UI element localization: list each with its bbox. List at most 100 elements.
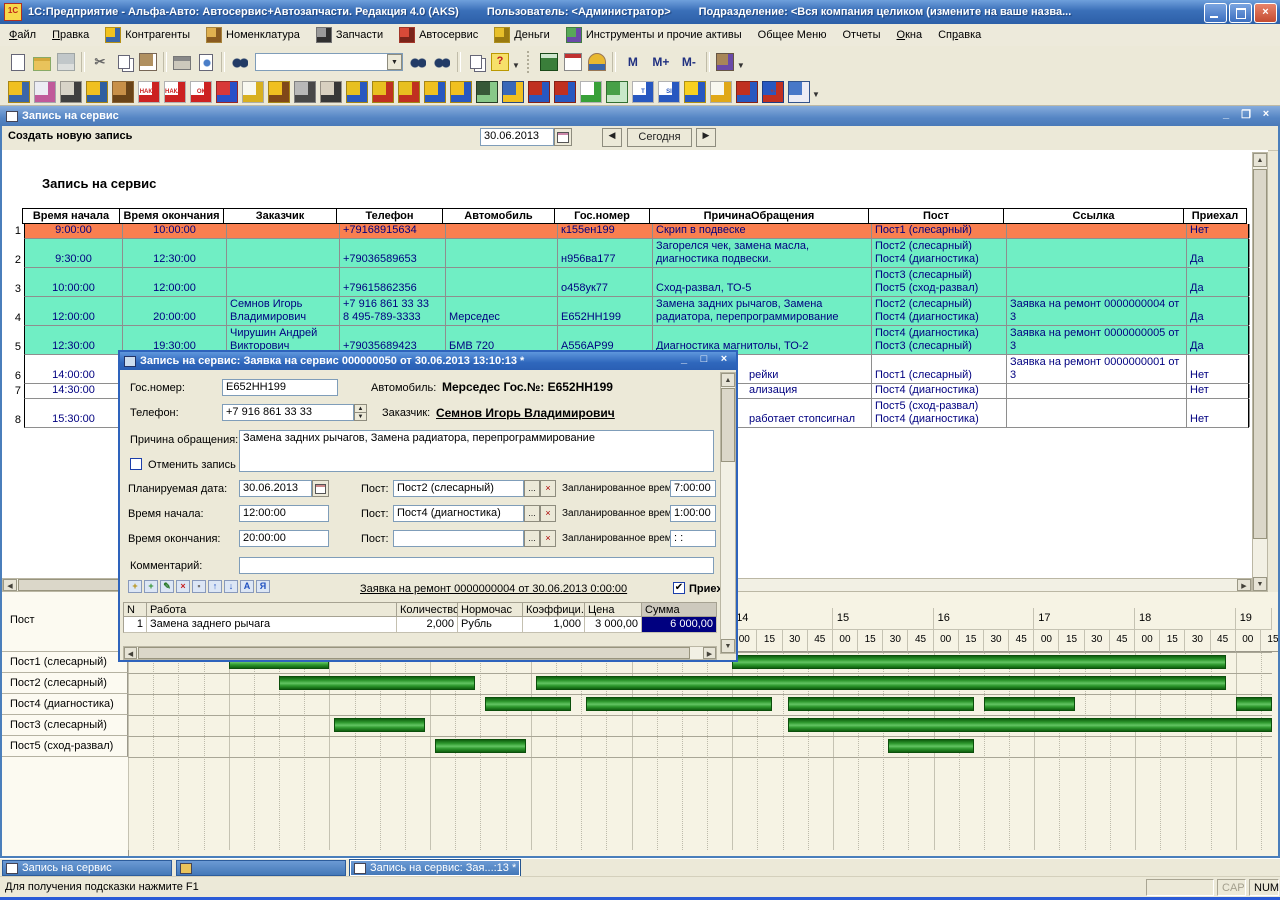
- dialog-minimize-button[interactable]: _: [676, 353, 692, 365]
- catalog-cabinet-icon[interactable]: [112, 81, 134, 103]
- copy-icon[interactable]: [113, 51, 135, 73]
- planned-time-input[interactable]: : :: [670, 530, 716, 547]
- schedule-date-input[interactable]: 30.06.2013: [480, 128, 554, 146]
- post-select-button[interactable]: ...: [524, 505, 540, 522]
- combo-dropdown-icon[interactable]: ▼: [387, 54, 402, 70]
- time-input[interactable]: 12:00:00: [239, 505, 329, 522]
- post-combo[interactable]: [393, 530, 524, 547]
- menu-item-общее-меню[interactable]: Общее Меню: [755, 27, 830, 43]
- gantt-bar[interactable]: [888, 739, 974, 753]
- cut-icon[interactable]: ✂: [89, 51, 111, 73]
- table-row[interactable]: 9:30:0012:30:00+79036589653н956ва177Заго…: [24, 239, 1249, 268]
- phone-input[interactable]: +7 916 861 33 33: [222, 404, 354, 421]
- works-column-header[interactable]: Цена: [585, 602, 642, 617]
- comment-input[interactable]: [239, 557, 714, 574]
- menu-item-инструменты-и-прочие-активы[interactable]: Инструменты и прочие активы: [563, 25, 745, 45]
- scroll-left-icon[interactable]: ◀: [3, 579, 17, 591]
- column-header-4[interactable]: Автомобиль: [443, 208, 555, 224]
- service-check-icon[interactable]: [528, 81, 550, 103]
- gantt-bar[interactable]: [536, 676, 1226, 690]
- restore-button[interactable]: [1229, 3, 1252, 23]
- search-combobox[interactable]: ▼: [255, 53, 403, 71]
- plus-minus-icon[interactable]: +-: [762, 81, 784, 103]
- dialog-close-button[interactable]: ×: [716, 353, 732, 365]
- sort-desc-icon[interactable]: Я: [256, 580, 270, 593]
- menu-item-окна[interactable]: Окна: [894, 27, 926, 43]
- print-icon[interactable]: [171, 51, 193, 73]
- gantt-bar[interactable]: [586, 697, 772, 711]
- table-row[interactable]: 9:00:0010:00:00+79168915634к155ен199Скри…: [24, 224, 1249, 239]
- employees-icon[interactable]: [86, 81, 108, 103]
- child-restore-button[interactable]: ❐: [1238, 108, 1254, 121]
- child-close-button[interactable]: ×: [1258, 108, 1274, 121]
- menu-item-справка[interactable]: Справка: [935, 27, 984, 43]
- service-money-icon[interactable]: [736, 81, 758, 103]
- menu-item-контрагенты[interactable]: Контрагенты: [102, 25, 193, 45]
- doc-edit-icon[interactable]: [242, 81, 264, 103]
- post-clear-button[interactable]: ×: [540, 505, 556, 522]
- find-icon[interactable]: [229, 51, 251, 73]
- key-icon[interactable]: [60, 81, 82, 103]
- menu-item-отчеты[interactable]: Отчеты: [839, 27, 883, 43]
- window-tab-0[interactable]: Запись на сервис: [2, 860, 172, 876]
- partners-icon[interactable]: [502, 81, 524, 103]
- works-cell[interactable]: 6 000,00: [642, 617, 717, 633]
- create-record-button[interactable]: Создать новую запись: [8, 130, 132, 142]
- customer-link[interactable]: Семнов Игорь Владимирович: [436, 406, 615, 420]
- post-combo[interactable]: Пост2 (слесарный): [393, 480, 524, 497]
- repair-order-link[interactable]: Заявка на ремонт 0000000004 от 30.06.201…: [360, 583, 627, 595]
- calendar-picker-button[interactable]: [554, 128, 572, 146]
- insert-icon[interactable]: +: [144, 580, 158, 593]
- si-icon[interactable]: SI: [658, 81, 680, 103]
- text-tool-icon[interactable]: Т: [632, 81, 654, 103]
- window-tab-2[interactable]: Запись на сервис: Зая...:13 *: [350, 860, 520, 876]
- works-column-header[interactable]: N: [123, 602, 147, 617]
- sort-asc-icon[interactable]: А: [240, 580, 254, 593]
- planned-time-input[interactable]: 7:00:00: [670, 480, 716, 497]
- staff-transfer-icon[interactable]: [424, 81, 446, 103]
- report-chart-icon[interactable]: [580, 81, 602, 103]
- menu-item-правка[interactable]: Правка: [49, 27, 92, 43]
- client-car-icon[interactable]: [34, 81, 56, 103]
- find-previous-icon[interactable]: [431, 51, 453, 73]
- close-button[interactable]: ×: [1254, 3, 1277, 23]
- cancel-record-checkbox[interactable]: [130, 458, 142, 470]
- reg-number-input[interactable]: Е652НН199: [222, 379, 338, 396]
- energy-icon[interactable]: [684, 81, 706, 103]
- works-cell[interactable]: 2,000: [397, 617, 458, 633]
- menu-item-автосервис[interactable]: Автосервис: [396, 25, 481, 45]
- staff-return-icon[interactable]: [450, 81, 472, 103]
- column-header-7[interactable]: Пост: [869, 208, 1004, 224]
- money-out-icon[interactable]: [372, 81, 394, 103]
- time-input[interactable]: 20:00:00: [239, 530, 329, 547]
- dialog-maximize-button[interactable]: □: [696, 353, 712, 365]
- service-arrow-icon[interactable]: [554, 81, 576, 103]
- print-preview-icon[interactable]: [195, 51, 217, 73]
- works-column-header[interactable]: Коэффици...: [523, 602, 585, 617]
- menu-item-номенклатура[interactable]: Номенклатура: [203, 25, 303, 45]
- scroll-up-icon[interactable]: ▲: [1253, 153, 1267, 167]
- calendar-picker-button[interactable]: [312, 480, 329, 497]
- table-row[interactable]: 10:00:0012:00:00+79615862356о458ук77Сход…: [24, 268, 1249, 297]
- service-settings-icon[interactable]: [714, 51, 736, 73]
- memory-plus-button[interactable]: М+: [648, 51, 674, 73]
- money-in-icon[interactable]: [346, 81, 368, 103]
- cash-register-icon[interactable]: [476, 81, 498, 103]
- planned-date-input[interactable]: 30.06.2013: [239, 480, 312, 497]
- doc-ok-icon[interactable]: ОК: [190, 81, 212, 103]
- next-day-button[interactable]: ▶: [696, 128, 716, 147]
- scroll-down-icon[interactable]: ▼: [1253, 577, 1267, 591]
- gantt-bar[interactable]: [334, 718, 425, 732]
- exchange-arrows-icon[interactable]: [216, 81, 238, 103]
- column-header-3[interactable]: Телефон: [337, 208, 443, 224]
- doc-money-icon[interactable]: [710, 81, 732, 103]
- abacus-icon[interactable]: [320, 81, 342, 103]
- planned-time-input[interactable]: 1:00:00: [670, 505, 716, 522]
- gantt-bar[interactable]: [485, 697, 571, 711]
- gear-icon[interactable]: [294, 81, 316, 103]
- post-clear-button[interactable]: ×: [540, 530, 556, 547]
- post-clear-button[interactable]: ×: [540, 480, 556, 497]
- calendar-icon[interactable]: [562, 51, 584, 73]
- minimize-button[interactable]: [1204, 3, 1227, 23]
- menu-item-деньги[interactable]: Деньги: [491, 25, 553, 45]
